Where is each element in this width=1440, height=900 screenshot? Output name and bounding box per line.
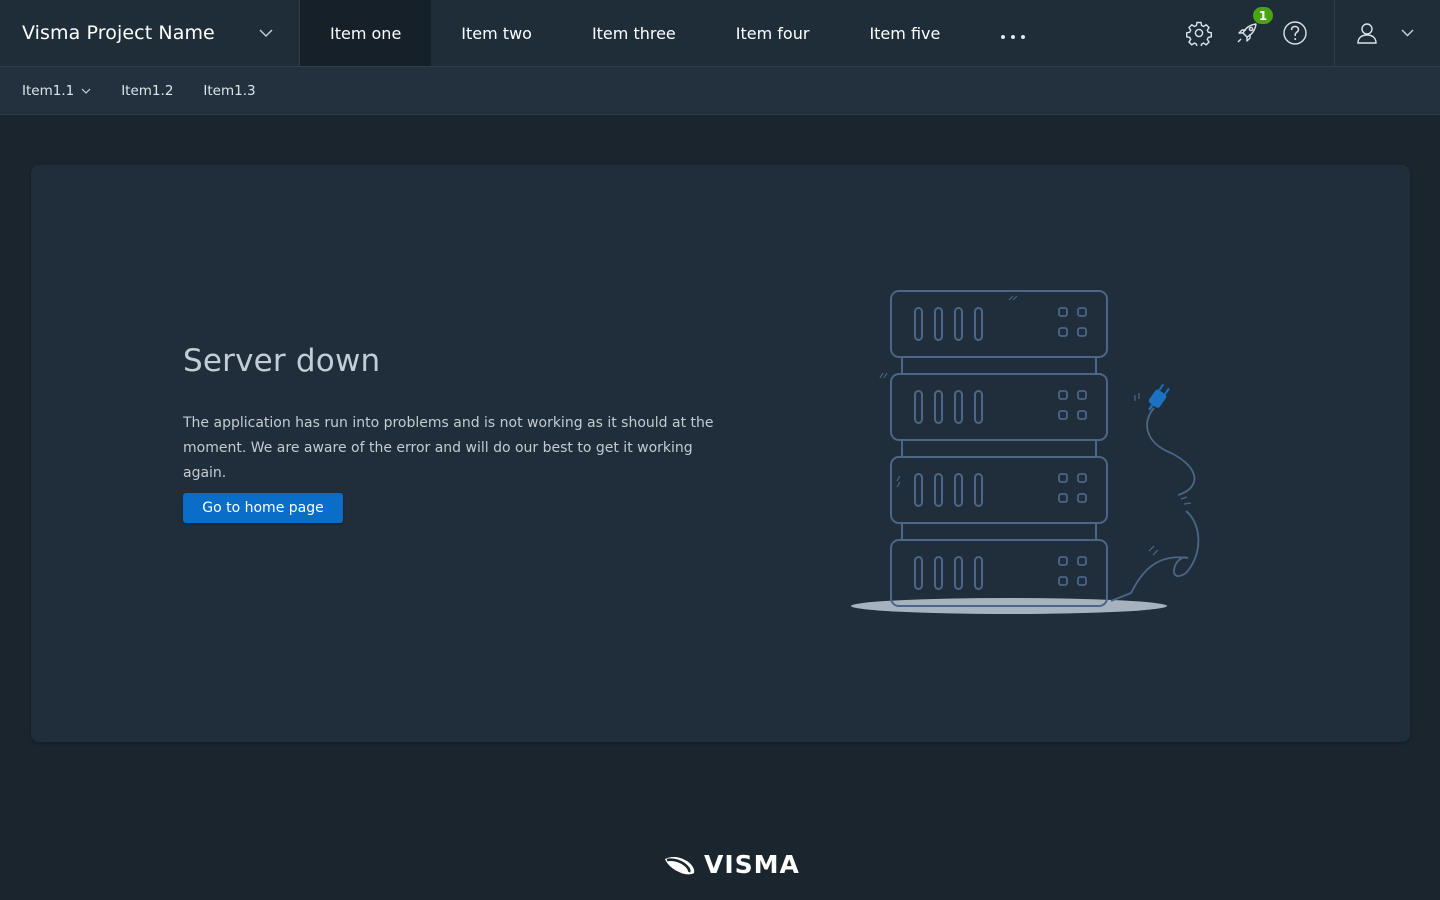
nav-item-label: Item two <box>461 23 532 43</box>
error-title: Server down <box>183 343 381 379</box>
error-panel: Server down The application has run into… <box>31 165 1410 742</box>
project-selector[interactable]: Visma Project Name <box>0 0 300 66</box>
sub-navbar: Item1.1 Item1.2 Item1.3 <box>0 67 1440 115</box>
visma-logo: VISMA <box>663 850 800 879</box>
visma-wordmark: VISMA <box>704 850 800 879</box>
nav-item-four[interactable]: Item four <box>706 0 840 66</box>
nav-item-label: Item four <box>735 23 810 43</box>
subnav-item-1-2[interactable]: Item1.2 <box>121 83 173 99</box>
subnav-item-label: Item1.3 <box>203 82 256 99</box>
nav-item-one[interactable]: Item one <box>300 0 432 66</box>
more-menu-button[interactable] <box>970 0 1056 66</box>
settings-button[interactable] <box>1175 0 1223 66</box>
chevron-down-icon <box>81 88 91 94</box>
ellipsis-icon <box>998 24 1028 43</box>
top-navbar: Visma Project Name Item one Item two Ite… <box>0 0 1440 67</box>
subnav-item-1-3[interactable]: Item1.3 <box>203 83 255 99</box>
visma-swoosh-icon <box>665 856 695 874</box>
nav-item-five[interactable]: Item five <box>839 0 970 66</box>
go-home-button[interactable]: Go to home page <box>183 493 343 523</box>
chevron-down-icon <box>259 29 273 37</box>
nav-item-two[interactable]: Item two <box>431 0 562 66</box>
chevron-down-icon <box>1401 29 1414 37</box>
nav-item-label: Item three <box>591 23 676 43</box>
nav-item-three[interactable]: Item three <box>562 0 706 66</box>
subnav-item-1-1[interactable]: Item1.1 <box>22 83 91 99</box>
subnav-item-label: Item1.2 <box>121 82 174 99</box>
server-unplugged-illustration <box>851 290 1200 614</box>
toolbar-right: 1 <box>1175 0 1440 66</box>
help-icon <box>1283 21 1307 45</box>
user-menu[interactable] <box>1334 0 1440 66</box>
nav-item-label: Item five <box>869 23 941 43</box>
subnav-item-label: Item1.1 <box>22 82 75 99</box>
user-icon <box>1357 23 1377 44</box>
notifications-button[interactable]: 1 <box>1223 0 1274 66</box>
main-menu: Item one Item two Item three Item four I… <box>300 0 1056 66</box>
help-button[interactable] <box>1271 0 1319 66</box>
error-message: The application has run into problems an… <box>183 415 714 481</box>
nav-item-label: Item one <box>330 23 402 43</box>
project-name: Visma Project Name <box>22 22 215 44</box>
gear-icon <box>1186 21 1212 46</box>
